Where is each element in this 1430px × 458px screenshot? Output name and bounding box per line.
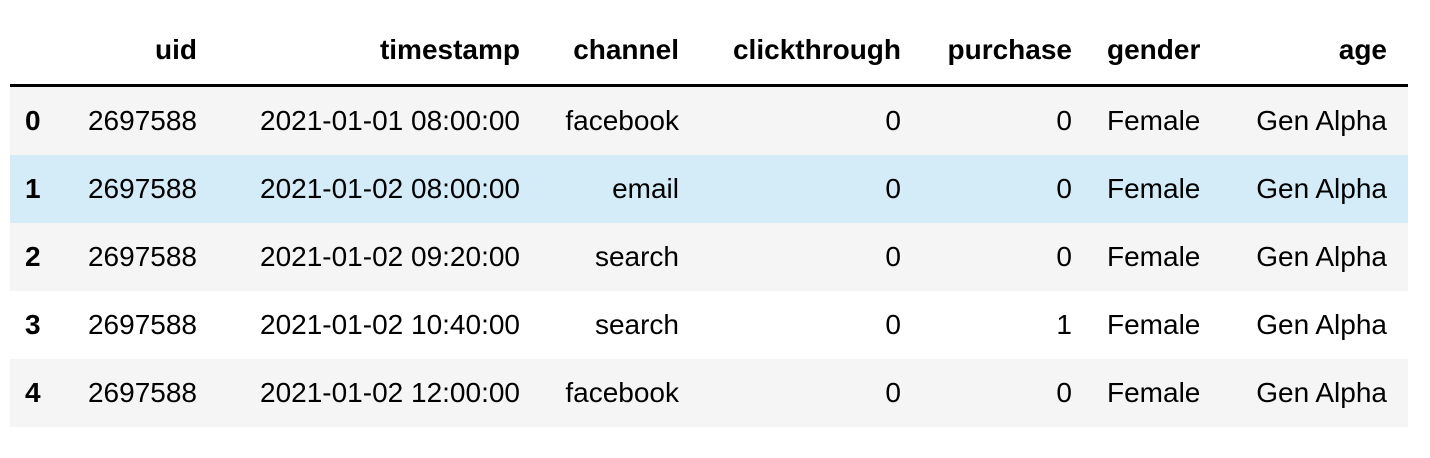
cell-uid: 2697588 bbox=[87, 241, 197, 272]
cell-gender: Female bbox=[1107, 173, 1201, 204]
header-index bbox=[10, 16, 66, 87]
table-header: uid timestamp channel clickthrough purch… bbox=[10, 16, 1408, 87]
header-row: uid timestamp channel clickthrough purch… bbox=[10, 16, 1408, 87]
table-row: 1 2697588 2021-01-02 08:00:00 email 0 0 … bbox=[10, 155, 1408, 223]
cell-channel: search bbox=[594, 309, 679, 340]
cell-uid: 2697588 bbox=[87, 105, 197, 136]
cell-timestamp: 2021-01-02 09:20:00 bbox=[260, 241, 520, 272]
cell-channel: facebook bbox=[565, 105, 679, 136]
cell-age: Gen Alpha bbox=[1256, 241, 1387, 272]
cell-age: Gen Alpha bbox=[1256, 173, 1387, 204]
table-row: 0 2697588 2021-01-01 08:00:00 facebook 0… bbox=[10, 85, 1408, 155]
cell-clickthrough: 0 bbox=[885, 105, 901, 136]
table-row: 4 2697588 2021-01-02 12:00:00 facebook 0… bbox=[10, 359, 1408, 427]
header-channel: channel bbox=[541, 16, 700, 87]
row-index: 0 bbox=[25, 105, 41, 136]
cell-gender: Female bbox=[1107, 377, 1201, 408]
cell-clickthrough: 0 bbox=[885, 173, 901, 204]
table-body: 0 2697588 2021-01-01 08:00:00 facebook 0… bbox=[10, 85, 1408, 427]
cell-age: Gen Alpha bbox=[1256, 105, 1387, 136]
table-row: 2 2697588 2021-01-02 09:20:00 search 0 0… bbox=[10, 223, 1408, 291]
cell-age: Gen Alpha bbox=[1256, 309, 1387, 340]
header-clickthrough: clickthrough bbox=[700, 16, 922, 87]
row-index: 2 bbox=[25, 241, 41, 272]
header-purchase: purchase bbox=[922, 16, 1093, 87]
header-timestamp: timestamp bbox=[218, 16, 541, 87]
cell-uid: 2697588 bbox=[87, 309, 197, 340]
cell-gender: Female bbox=[1107, 309, 1201, 340]
cell-channel: email bbox=[612, 173, 679, 204]
header-gender: gender bbox=[1093, 16, 1227, 87]
cell-timestamp: 2021-01-02 12:00:00 bbox=[260, 377, 520, 408]
dataframe-output: uid timestamp channel clickthrough purch… bbox=[10, 16, 1408, 427]
cell-timestamp: 2021-01-01 08:00:00 bbox=[260, 105, 520, 136]
cell-gender: Female bbox=[1107, 241, 1201, 272]
cell-purchase: 0 bbox=[1056, 377, 1072, 408]
cell-purchase: 0 bbox=[1056, 241, 1072, 272]
cell-timestamp: 2021-01-02 10:40:00 bbox=[260, 309, 520, 340]
cell-channel: search bbox=[594, 241, 679, 272]
row-index: 3 bbox=[25, 309, 41, 340]
cell-clickthrough: 0 bbox=[885, 377, 901, 408]
cell-uid: 2697588 bbox=[87, 377, 197, 408]
cell-clickthrough: 0 bbox=[885, 309, 901, 340]
cell-purchase: 1 bbox=[1056, 309, 1072, 340]
header-uid: uid bbox=[66, 16, 218, 87]
cell-channel: facebook bbox=[565, 377, 679, 408]
row-index: 1 bbox=[25, 173, 41, 204]
cell-age: Gen Alpha bbox=[1256, 377, 1387, 408]
cell-timestamp: 2021-01-02 08:00:00 bbox=[260, 173, 520, 204]
cell-gender: Female bbox=[1107, 105, 1201, 136]
table-row: 3 2697588 2021-01-02 10:40:00 search 0 1… bbox=[10, 291, 1408, 359]
cell-purchase: 0 bbox=[1056, 173, 1072, 204]
row-index: 4 bbox=[25, 377, 41, 408]
header-age: age bbox=[1227, 16, 1408, 87]
cell-purchase: 0 bbox=[1056, 105, 1072, 136]
dataframe-table: uid timestamp channel clickthrough purch… bbox=[10, 16, 1408, 427]
cell-uid: 2697588 bbox=[87, 173, 197, 204]
cell-clickthrough: 0 bbox=[885, 241, 901, 272]
